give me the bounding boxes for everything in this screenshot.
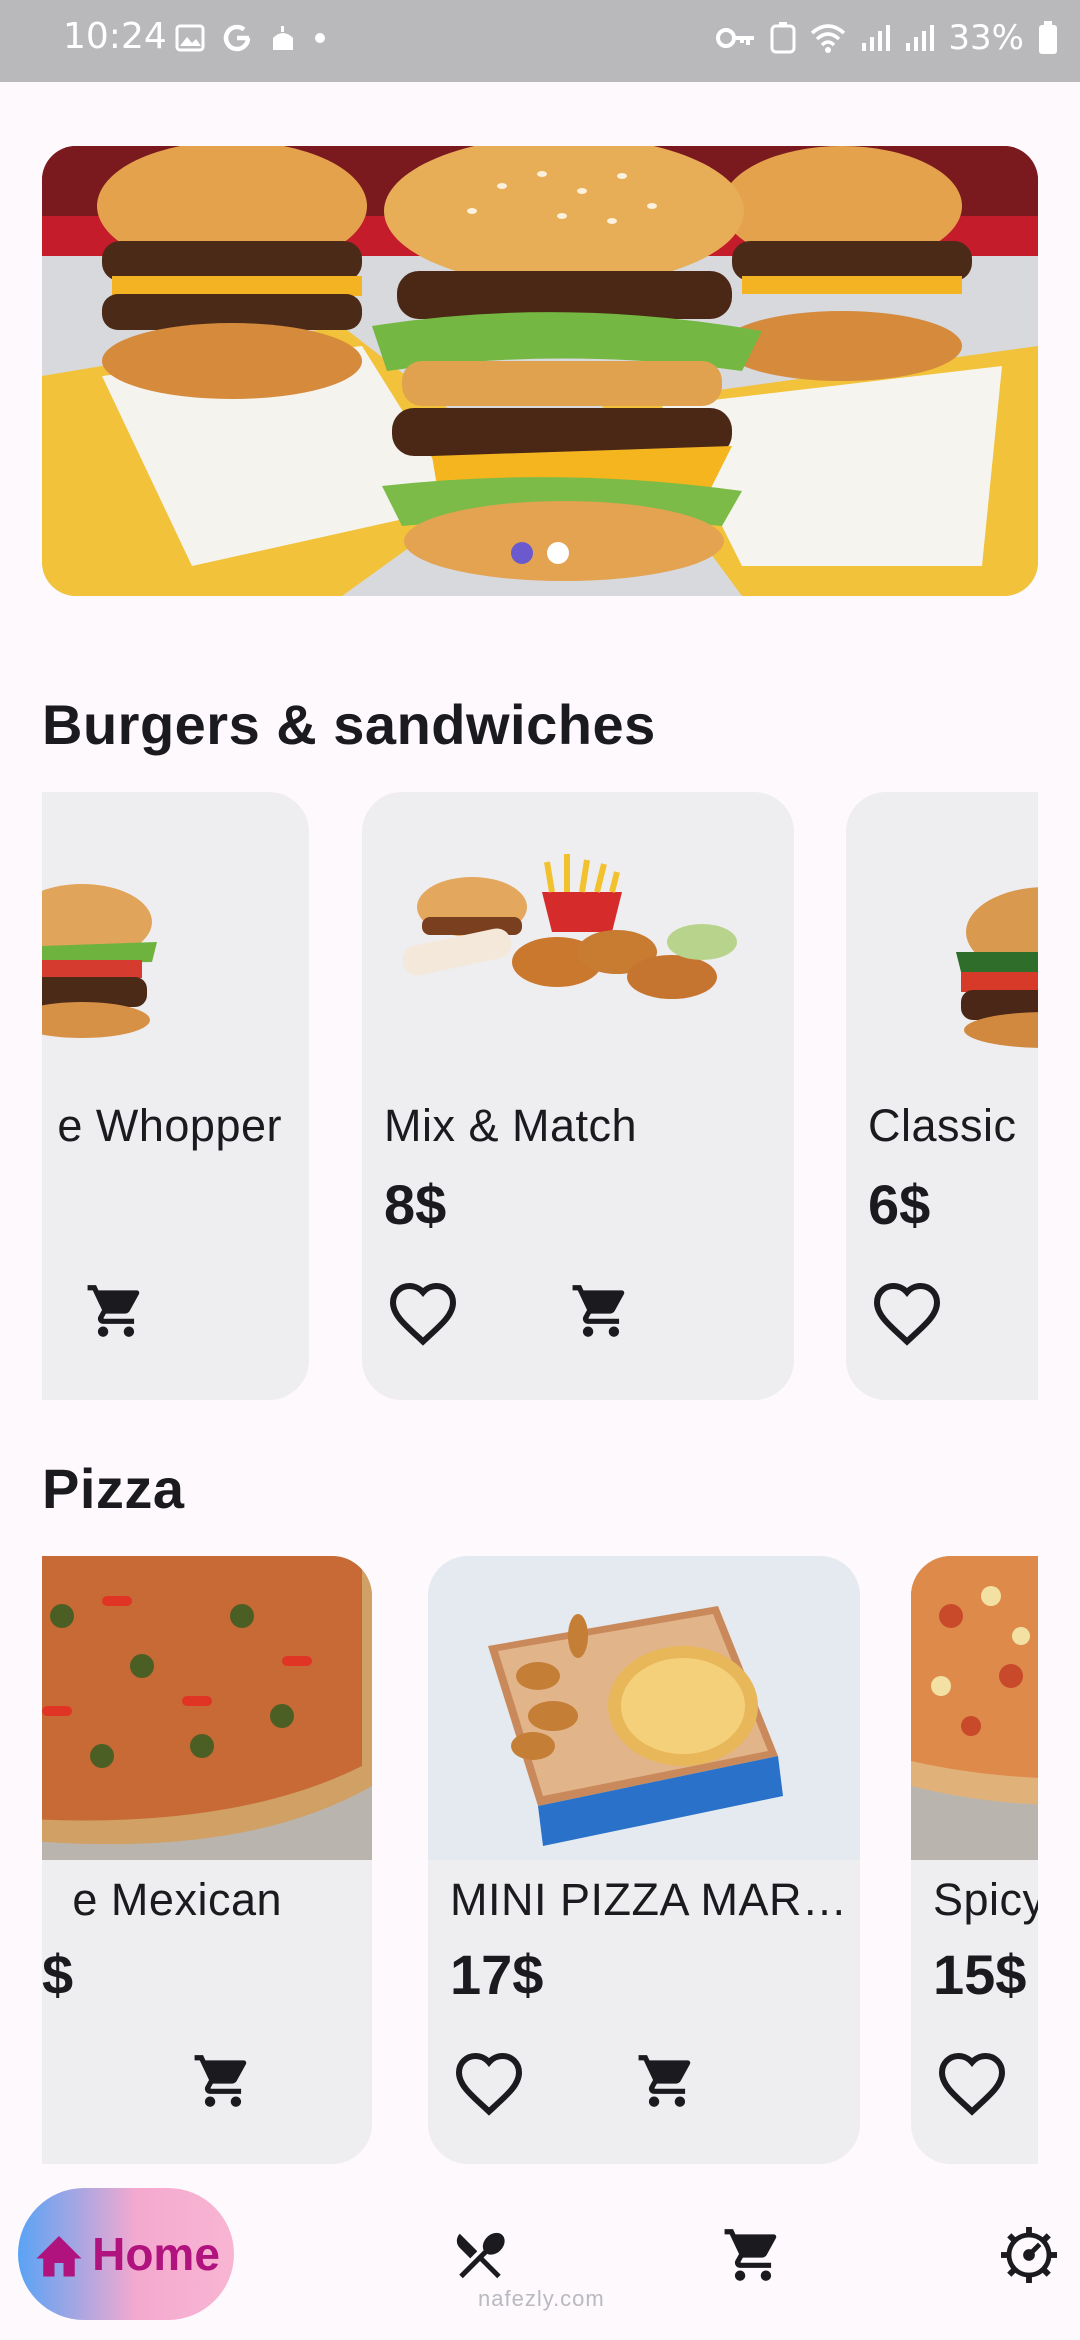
signal-icon xyxy=(862,25,891,51)
product-card-pizza-mexican[interactable]: e Mexican $ xyxy=(42,1556,372,2164)
gallery-icon xyxy=(175,24,205,52)
product-image-spicy-pizza xyxy=(911,1556,1038,1860)
pizza-row[interactable]: e Mexican $ MINI PIZZA MAR… 17$ Spicy 15… xyxy=(42,1556,1038,2166)
product-name: e Whopper xyxy=(57,1100,282,1151)
status-bar: 10:24 33% xyxy=(0,0,1080,82)
burgers-row[interactable]: e Whopper Mix & Match 8$ Classic 6$ xyxy=(42,792,1038,1402)
product-image-mexican-pizza xyxy=(42,1556,372,1860)
product-price: $ xyxy=(42,1943,74,2006)
google-icon xyxy=(223,24,251,52)
battery-percent: 33% xyxy=(948,18,1024,58)
nav-home-label: Home xyxy=(92,2228,220,2280)
product-card-classic[interactable]: Classic 6$ xyxy=(846,792,1038,1400)
add-to-cart-icon[interactable] xyxy=(570,1280,632,1342)
product-name: Classic xyxy=(868,1100,1017,1151)
home-icon xyxy=(36,2236,82,2277)
product-image-mix-match xyxy=(402,854,737,999)
carousel-indicators xyxy=(511,542,569,564)
product-image-classic xyxy=(956,887,1038,1048)
fork-knife-icon xyxy=(456,2232,505,2279)
product-image-whopper xyxy=(42,884,157,1038)
add-to-cart-icon[interactable] xyxy=(85,1280,147,1342)
nav-home-button[interactable]: Home xyxy=(18,2188,234,2320)
product-card-mix-match[interactable]: Mix & Match 8$ xyxy=(362,792,794,1400)
battery-icon xyxy=(1039,21,1057,54)
watermark-text: nafezly.com xyxy=(478,2286,605,2311)
product-image-mini-pizza-box xyxy=(428,1556,860,1860)
product-price: 15$ xyxy=(933,1943,1027,2006)
section-title-burgers: Burgers & sandwiches xyxy=(42,693,656,756)
favorite-heart-icon[interactable] xyxy=(452,2050,526,2116)
product-price: 17$ xyxy=(450,1943,544,2006)
bottom-navigation: Home xyxy=(0,2180,1080,2340)
settings-gear-icon xyxy=(1001,2227,1057,2283)
product-card-spicy-pizza[interactable]: Spicy 15$ xyxy=(911,1556,1038,2164)
nav-cart-button[interactable] xyxy=(718,2220,788,2290)
signal-icon-2 xyxy=(906,25,935,51)
cart-icon xyxy=(724,2229,777,2281)
product-card-mini-pizza[interactable]: MINI PIZZA MAR… 17$ xyxy=(428,1556,860,2164)
favorite-heart-icon[interactable] xyxy=(386,1280,460,1346)
product-name: e Mexican xyxy=(72,1874,282,1925)
add-to-cart-icon[interactable] xyxy=(636,2050,698,2112)
nav-menu-button[interactable] xyxy=(445,2220,515,2290)
banner-carousel[interactable] xyxy=(42,146,1038,596)
favorite-heart-icon[interactable] xyxy=(935,2050,1009,2116)
system-icons: 33% xyxy=(716,18,1058,58)
nav-settings-button[interactable] xyxy=(994,2220,1064,2290)
product-price: 8$ xyxy=(384,1173,447,1236)
burgers-banner-image xyxy=(42,146,1038,596)
carousel-dot-2[interactable] xyxy=(547,542,569,564)
add-to-cart-icon[interactable] xyxy=(192,2050,254,2112)
product-name: MINI PIZZA MAR… xyxy=(450,1874,848,1925)
carousel-dot-1[interactable] xyxy=(511,542,533,564)
mosque-icon xyxy=(273,26,293,50)
status-time: 10:24 xyxy=(63,16,167,57)
key-icon xyxy=(716,28,755,48)
data-saver-icon xyxy=(770,22,796,54)
favorite-heart-icon[interactable] xyxy=(870,1280,944,1346)
section-title-pizza: Pizza xyxy=(42,1457,185,1520)
product-name: Mix & Match xyxy=(384,1100,638,1151)
wifi-icon xyxy=(811,24,846,53)
product-card-burger-1[interactable]: e Whopper xyxy=(42,792,309,1400)
product-price: 6$ xyxy=(868,1173,931,1236)
dot-icon xyxy=(315,33,325,43)
notification-icons xyxy=(175,22,327,54)
product-name: Spicy xyxy=(933,1874,1038,1925)
